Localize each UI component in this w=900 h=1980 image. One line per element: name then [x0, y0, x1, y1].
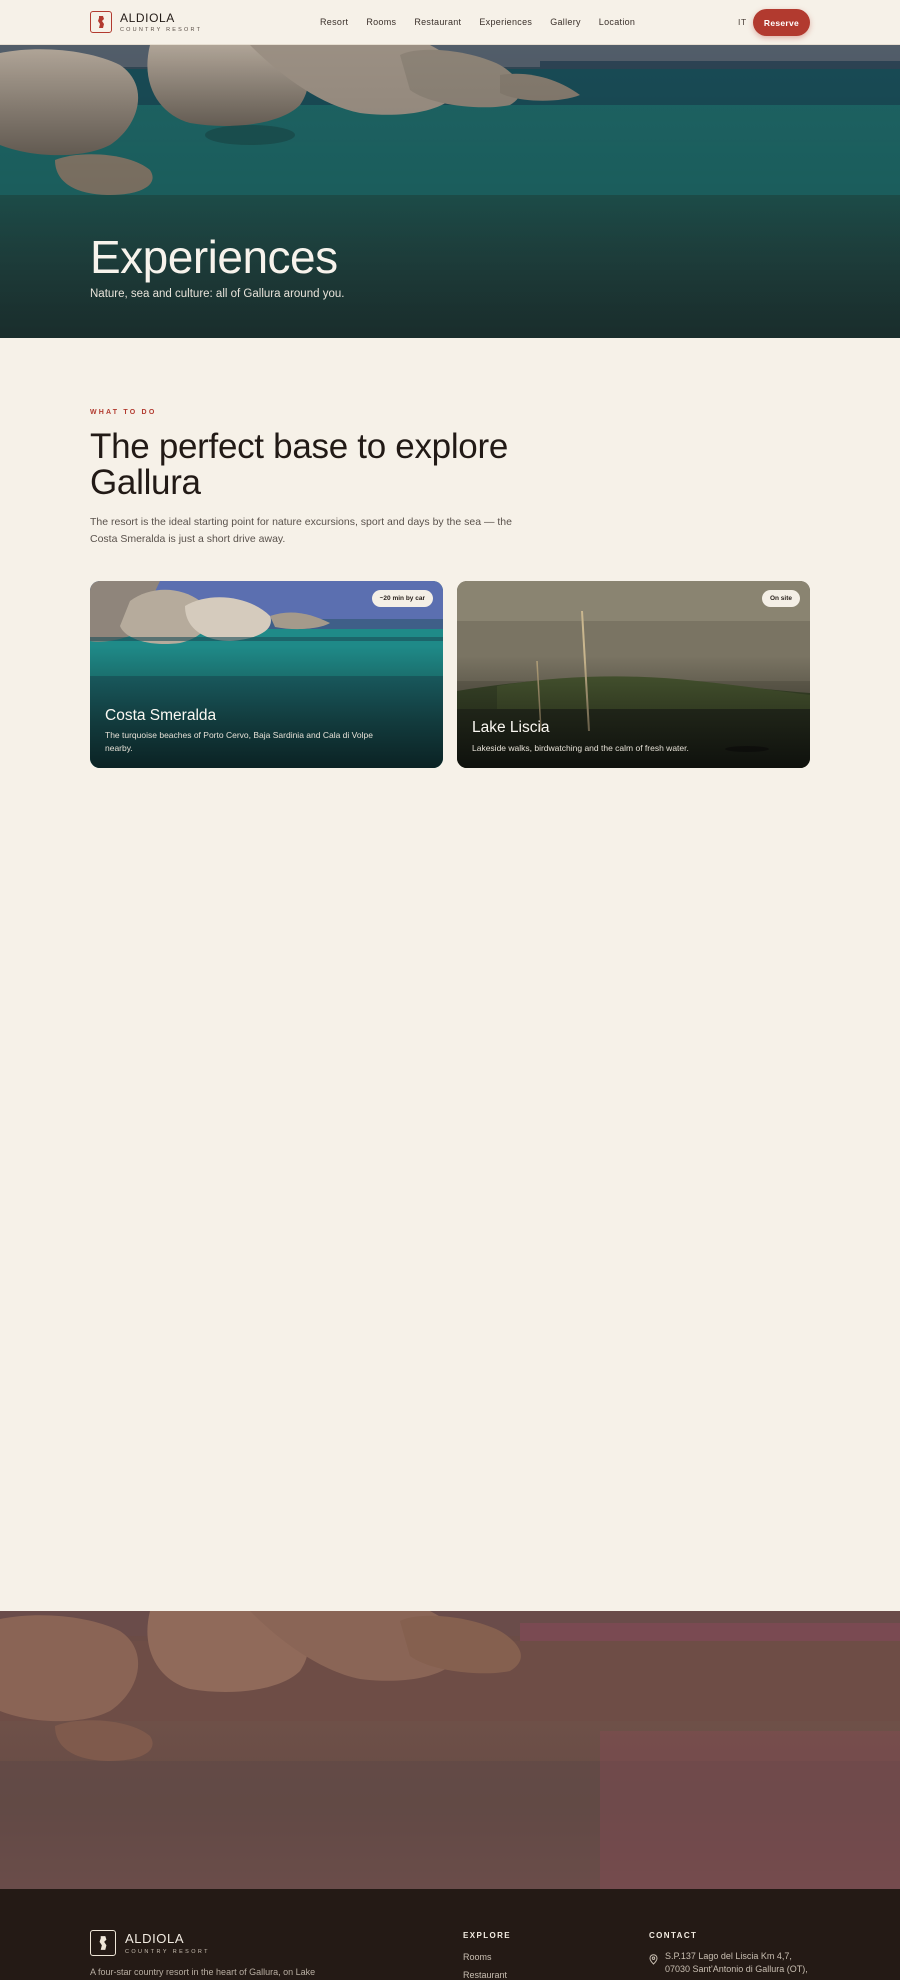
nav-rooms[interactable]: Rooms	[366, 17, 396, 27]
brand-logo[interactable]: ALDIOLA COUNTRY RESORT	[90, 11, 202, 33]
footer-logo-icon	[90, 1930, 116, 1956]
experience-card-costa-smeralda[interactable]: ~20 min by car Costa Smeralda The turquo…	[90, 581, 443, 768]
footer-link-restaurant[interactable]: Restaurant	[463, 1970, 507, 1980]
nav-resort[interactable]: Resort	[320, 17, 348, 27]
footer-address: S.P.137 Lago del Liscia Km 4,7, 07030 Sa…	[665, 1951, 808, 1974]
nav-location[interactable]: Location	[599, 17, 635, 27]
location-pin-icon	[649, 1952, 658, 1970]
hero-section: Experiences Nature, sea and culture: all…	[0, 45, 900, 338]
travel-time-badge: ~20 min by car	[371, 590, 433, 607]
site-footer: ALDIOLA COUNTRY RESORT A four-star count…	[0, 1889, 900, 1980]
banner-image	[0, 1611, 900, 1889]
footer-link-rooms[interactable]: Rooms	[463, 1952, 492, 1962]
brand-tagline: COUNTRY RESORT	[120, 26, 203, 33]
experience-card-lake-liscia[interactable]: On site Lake Liscia Lakeside walks, bird…	[457, 581, 810, 768]
footer-brand[interactable]: ALDIOLA COUNTRY RESORT	[90, 1930, 210, 1956]
page-title: Experiences	[90, 231, 338, 283]
cta-banner-image	[0, 1611, 900, 1889]
nav-experiences[interactable]: Experiences	[479, 17, 532, 27]
footer-contact-heading: CONTACT	[649, 1931, 698, 1940]
card-title: Lake Liscia	[472, 719, 550, 736]
main-nav: Resort Rooms Restaurant Experiences Gall…	[320, 17, 635, 27]
card-description: Lakeside walks, birdwatching and the cal…	[472, 743, 689, 753]
language-switch[interactable]: IT	[738, 17, 747, 27]
section-eyebrow: WHAT TO DO	[90, 409, 157, 416]
location-badge: On site	[761, 590, 800, 607]
footer-explore-heading: EXPLORE	[463, 1931, 512, 1940]
section-description: The resort is the ideal starting point f…	[90, 516, 512, 545]
site-header: ALDIOLA COUNTRY RESORT Resort Rooms Rest…	[0, 0, 900, 45]
footer-brand-name: ALDIOLA	[125, 1930, 185, 1946]
card-title: Costa Smeralda	[105, 707, 217, 724]
page-subtitle: Nature, sea and culture: all of Gallura …	[90, 288, 345, 300]
footer-brand-tagline: COUNTRY RESORT	[125, 1948, 210, 1955]
footer-about: A four-star country resort in the heart …	[90, 1967, 316, 1977]
nav-restaurant[interactable]: Restaurant	[414, 17, 461, 27]
nav-gallery[interactable]: Gallery	[550, 17, 581, 27]
section-title: The perfect base to explore Gallura	[90, 427, 508, 502]
brand-name: ALDIOLA	[120, 10, 175, 25]
reserve-button[interactable]: Reserve	[753, 9, 810, 36]
card-description: The turquoise beaches of Porto Cervo, Ba…	[105, 730, 373, 753]
logo-icon	[90, 11, 112, 33]
